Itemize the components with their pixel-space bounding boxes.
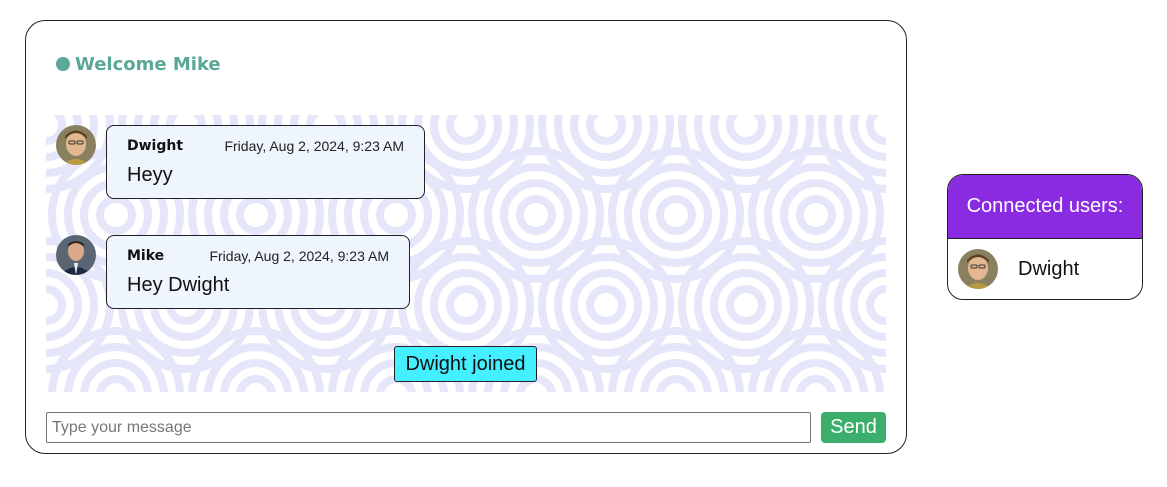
chat-panel: Welcome Mike Dwight Friday, Aug 2, 2024,…: [25, 20, 907, 454]
message-input[interactable]: [46, 412, 811, 443]
message-author: Mike: [127, 248, 165, 264]
connected-user-item[interactable]: Dwight: [948, 239, 1142, 299]
dwight-avatar[interactable]: [56, 125, 96, 165]
message-item: Dwight Friday, Aug 2, 2024, 9:23 AM Heyy: [56, 125, 425, 199]
online-dot-icon: [56, 57, 70, 71]
message-bubble: Mike Friday, Aug 2, 2024, 9:23 AM Hey Dw…: [106, 235, 410, 309]
message-bubble: Dwight Friday, Aug 2, 2024, 9:23 AM Heyy: [106, 125, 425, 199]
connected-users-panel: Connected users: Dwight: [947, 174, 1143, 300]
message-author: Dwight: [127, 138, 184, 154]
message-timestamp: Friday, Aug 2, 2024, 9:23 AM: [209, 248, 389, 264]
welcome-header: Welcome Mike: [56, 53, 221, 75]
dwight-avatar: [958, 249, 998, 289]
message-text: Hey Dwight: [127, 274, 230, 296]
send-button[interactable]: Send: [821, 412, 886, 443]
connected-users-title: Connected users:: [948, 175, 1142, 239]
connected-user-name: Dwight: [1018, 257, 1080, 280]
message-list[interactable]: Dwight Friday, Aug 2, 2024, 9:23 AM Heyy…: [46, 115, 886, 392]
welcome-text: Welcome Mike: [75, 53, 221, 75]
mike-avatar[interactable]: [56, 235, 96, 275]
message-text: Heyy: [127, 164, 173, 186]
message-item: Mike Friday, Aug 2, 2024, 9:23 AM Hey Dw…: [56, 235, 410, 309]
message-timestamp: Friday, Aug 2, 2024, 9:23 AM: [224, 138, 404, 154]
message-composer: Send: [46, 412, 886, 444]
system-notice: Dwight joined: [394, 346, 537, 382]
